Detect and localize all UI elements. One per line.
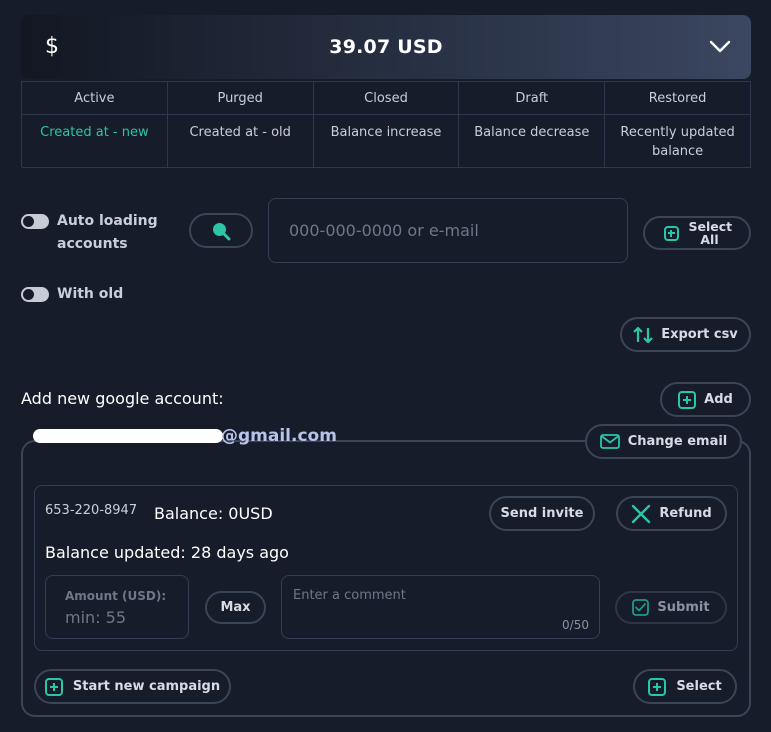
balance-updated: Balance updated: 28 days ago: [45, 543, 289, 562]
sort-created-old[interactable]: Created at - old: [167, 115, 314, 168]
max-button[interactable]: Max: [205, 591, 266, 624]
sort-recently-updated[interactable]: Recently updated balance: [605, 115, 751, 168]
start-campaign-button[interactable]: Start new campaign: [34, 669, 231, 704]
amount-field[interactable]: Amount (USD): min: 55: [45, 575, 189, 639]
start-campaign-label: Start new campaign: [72, 679, 221, 694]
submit-label: Submit: [657, 600, 710, 615]
search-button[interactable]: [189, 213, 253, 248]
balance-amount: 39.07 USD: [329, 36, 443, 58]
refund-button[interactable]: Refund: [616, 496, 727, 531]
filter-grid: Active Purged Closed Draft Restored Crea…: [21, 81, 751, 168]
account-balance: Balance: 0USD: [154, 504, 273, 523]
send-invite-button[interactable]: Send invite: [489, 496, 595, 531]
export-csv-label: Export csv: [661, 327, 738, 342]
filter-status-purged[interactable]: Purged: [167, 82, 314, 115]
search-icon: [213, 222, 231, 240]
balance-dropdown[interactable]: $ 39.07 USD: [21, 15, 751, 79]
add-button[interactable]: Add: [660, 382, 751, 417]
with-old-toggle[interactable]: [21, 287, 49, 302]
select-label: Select: [676, 679, 722, 694]
comment-placeholder: Enter a comment: [293, 588, 406, 603]
submit-button[interactable]: Submit: [615, 591, 727, 624]
amount-placeholder: min: 55: [65, 608, 127, 627]
comment-field[interactable]: Enter a comment 0/50: [281, 575, 600, 639]
sort-balance-increase[interactable]: Balance increase: [313, 115, 460, 168]
with-old-label: With old: [57, 286, 124, 302]
change-email-button[interactable]: Change email: [585, 424, 742, 459]
sort-arrows-icon: [633, 326, 653, 343]
dollar-icon: $: [45, 34, 59, 59]
sort-created-new[interactable]: Created at - new: [22, 115, 168, 168]
redaction-scribble: [33, 429, 223, 443]
email-domain: @gmail.com: [221, 426, 337, 446]
search-input[interactable]: [268, 198, 628, 263]
add-label: Add: [704, 392, 733, 407]
comment-counter: 0/50: [562, 618, 589, 632]
chevron-down-icon: [709, 40, 731, 53]
plus-icon: [44, 677, 63, 696]
export-csv-button[interactable]: Export csv: [620, 317, 751, 352]
auto-loading-label: Auto loading accounts: [57, 213, 158, 252]
filter-status-draft[interactable]: Draft: [459, 82, 606, 115]
filter-status-active[interactable]: Active: [22, 82, 168, 115]
select-all-label: Select All: [688, 219, 733, 247]
plus-icon: [663, 225, 679, 241]
add-account-label: Add new google account:: [21, 389, 224, 408]
select-all-button[interactable]: Select All: [643, 216, 751, 250]
close-x-icon: [632, 504, 651, 523]
plus-icon: [648, 677, 667, 696]
filter-status-restored[interactable]: Restored: [605, 82, 751, 115]
plus-icon: [678, 390, 697, 409]
refund-label: Refund: [659, 506, 712, 521]
account-email: @gmail.com: [33, 426, 337, 450]
select-button[interactable]: Select: [633, 669, 737, 704]
account-phone: 653-220-8947: [45, 503, 138, 518]
sort-balance-decrease[interactable]: Balance decrease: [459, 115, 606, 168]
check-box-icon: [632, 599, 650, 616]
envelope-icon: [599, 434, 620, 449]
change-email-label: Change email: [627, 434, 728, 449]
filter-status-closed[interactable]: Closed: [313, 82, 460, 115]
auto-loading-toggle[interactable]: [21, 214, 49, 229]
amount-label: Amount (USD):: [65, 589, 167, 603]
